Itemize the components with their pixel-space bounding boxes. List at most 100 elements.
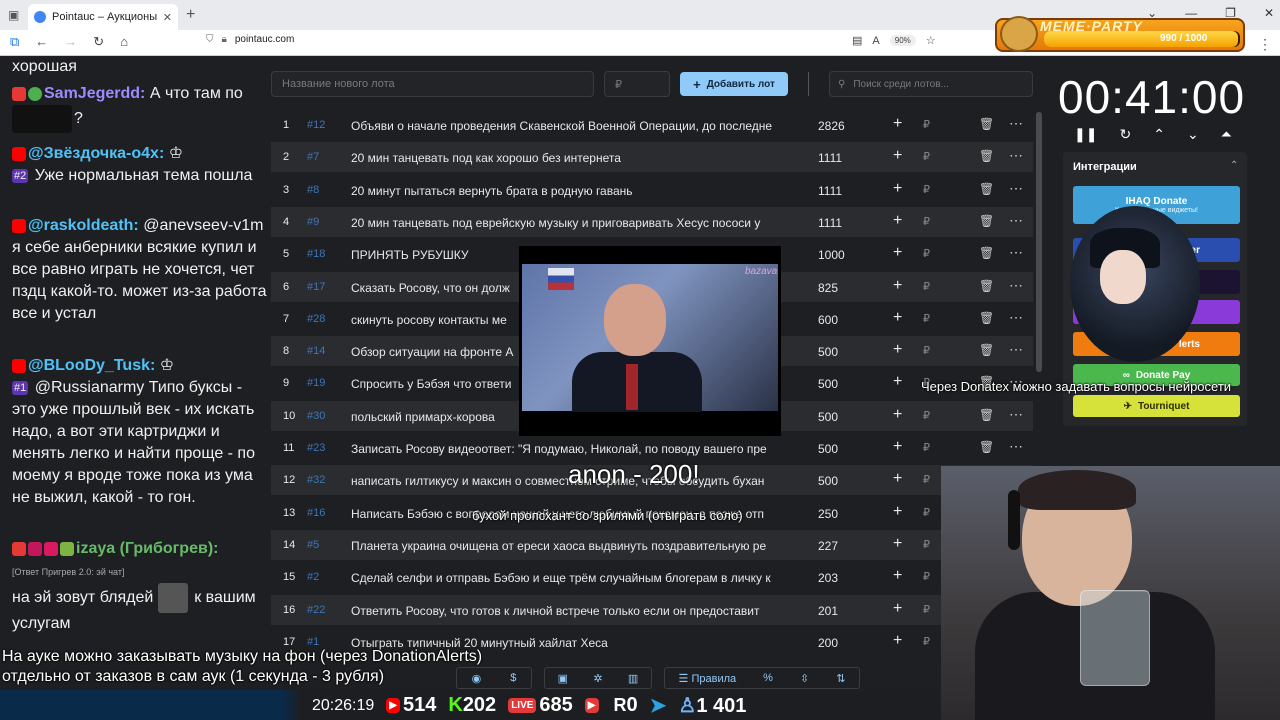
more-icon[interactable]: ⋯	[1009, 406, 1023, 423]
currency-icon[interactable]: ₽	[923, 409, 930, 422]
add-amount-icon[interactable]: +	[893, 470, 902, 488]
more-icon[interactable]: ⋯	[1009, 212, 1023, 229]
add-lot-button[interactable]: + Добавить лот	[680, 72, 788, 96]
add-amount-icon[interactable]: +	[893, 438, 902, 456]
percent-icon[interactable]: %	[763, 672, 773, 684]
lot-row[interactable]: 16 #22 Ответить Росову, что готов к личной…	[271, 594, 1033, 625]
currency-icon[interactable]: ₽	[923, 441, 930, 454]
sort-icon[interactable]: ⇅	[836, 672, 845, 685]
currency-icon[interactable]: ₽	[923, 570, 930, 583]
add-amount-icon[interactable]: +	[893, 600, 902, 618]
browser-menu-icon[interactable]: ⋮	[1258, 36, 1272, 53]
delete-icon[interactable]: 🗑︎	[979, 214, 994, 228]
lot-name[interactable]: 20 мин танцевать под как хорошо без инте…	[351, 151, 789, 165]
lot-name[interactable]: 20 минут пытаться вернуть брата в родную…	[351, 184, 789, 198]
chat-nick[interactable]: @raskoldeath:	[28, 217, 139, 234]
reader-icon[interactable]: ▤	[852, 34, 862, 47]
currency-icon[interactable]: ₽	[923, 280, 930, 293]
more-icon[interactable]: ⋯	[1009, 277, 1023, 294]
lot-amount[interactable]: 500	[818, 377, 838, 391]
add-amount-icon[interactable]: +	[893, 180, 902, 198]
add-amount-icon[interactable]: +	[893, 341, 902, 359]
reload-icon[interactable]: ↻	[93, 34, 104, 50]
lot-amount[interactable]: 250	[818, 507, 838, 521]
github-icon[interactable]: ◉	[472, 672, 482, 685]
delete-icon[interactable]: 🗑︎	[979, 149, 994, 163]
lot-row[interactable]: 14 #5 Планета украина очищена от ереси хао…	[271, 529, 1033, 560]
add-amount-icon[interactable]: +	[893, 115, 902, 133]
chevron-up-icon[interactable]: ⌃	[1153, 126, 1165, 143]
zoom-level[interactable]: 90%	[889, 35, 916, 46]
add-amount-icon[interactable]: +	[893, 277, 902, 295]
lot-amount[interactable]: 500	[818, 345, 838, 359]
lot-amount[interactable]: 1111	[818, 151, 842, 165]
back-icon[interactable]: ←	[35, 34, 48, 50]
lot-id[interactable]: #18	[307, 248, 325, 260]
lot-name[interactable]: Планета украина очищена от ереси хаоса в…	[351, 539, 789, 553]
lot-amount[interactable]: 825	[818, 281, 838, 295]
url-field[interactable]: ⛉ 🔒︎ pointauc.com	[206, 34, 294, 45]
tourniquet-button[interactable]: ✈ Tourniquet	[1073, 395, 1240, 417]
add-amount-icon[interactable]: +	[893, 406, 902, 424]
lot-id[interactable]: #22	[307, 604, 325, 616]
new-tab-icon[interactable]: +	[186, 6, 195, 24]
lot-id[interactable]: #32	[307, 474, 325, 486]
lot-amount[interactable]: 227	[818, 539, 838, 553]
more-icon[interactable]: ⋯	[1009, 438, 1023, 455]
lot-row[interactable]: 15 #2 Сделай селфи и отправь Бэбэю и еще т…	[271, 562, 1033, 592]
delete-icon[interactable]: 🗑︎	[979, 440, 994, 454]
save-icon[interactable]: ▣	[558, 672, 568, 685]
currency-icon[interactable]: ₽	[923, 506, 930, 519]
delete-icon[interactable]: 🗑︎	[979, 343, 994, 357]
trash-icon[interactable]: ▥	[628, 672, 638, 685]
lot-id[interactable]: #16	[307, 507, 325, 519]
currency-icon[interactable]: ₽	[923, 247, 930, 260]
browser-tab[interactable]: Pointauc – Аукционы, лотереи ✕	[28, 4, 178, 30]
more-icon[interactable]: ⋯	[1009, 147, 1023, 164]
lots-scrollbar[interactable]	[1036, 112, 1042, 372]
currency-icon[interactable]: ₽	[923, 118, 930, 131]
more-icon[interactable]: ⋯	[1009, 115, 1023, 132]
lot-row[interactable]: 1 #12 Объяви о начале проведения Скавенско…	[271, 110, 1033, 140]
lot-amount[interactable]: 500	[818, 442, 838, 456]
rules-button[interactable]: ☰ Правила	[679, 672, 737, 685]
add-amount-icon[interactable]: +	[893, 632, 902, 650]
currency-icon[interactable]: ₽	[923, 150, 930, 163]
lot-name[interactable]: Объяви о начале проведения Скавенской Во…	[351, 119, 789, 133]
lot-amount[interactable]: 2826	[818, 119, 845, 133]
add-amount-icon[interactable]: +	[893, 567, 902, 585]
lot-id[interactable]: #30	[307, 410, 325, 422]
lot-amount[interactable]: 1111	[818, 184, 842, 198]
more-icon[interactable]: ⋯	[1009, 309, 1023, 326]
lot-amount[interactable]: 201	[818, 604, 838, 618]
forward-icon[interactable]: →	[64, 34, 77, 50]
add-amount-icon[interactable]: +	[893, 147, 902, 165]
delete-icon[interactable]: 🗑︎	[979, 182, 994, 196]
bug-icon[interactable]: ✲	[593, 672, 602, 685]
chat-nick[interactable]: izaya (Грибогрев):	[76, 540, 218, 557]
currency-icon[interactable]: ₽	[923, 538, 930, 551]
chevron-down-icon[interactable]: ⌄	[1187, 126, 1199, 143]
lot-id[interactable]: #28	[307, 313, 325, 325]
currency-icon[interactable]: ₽	[923, 344, 930, 357]
sidebar-icon[interactable]: ⧉	[10, 34, 19, 50]
star-icon[interactable]: ☆	[926, 34, 936, 47]
add-amount-icon[interactable]: +	[893, 535, 902, 553]
delete-icon[interactable]: 🗑︎	[979, 279, 994, 293]
lot-id[interactable]: #5	[307, 539, 319, 551]
lot-price-input[interactable]: ₽	[604, 71, 670, 97]
lot-amount[interactable]: 500	[818, 474, 838, 488]
lot-id[interactable]: #9	[307, 216, 319, 228]
add-amount-icon[interactable]: +	[893, 373, 902, 391]
close-window-icon[interactable]: ✕	[1264, 6, 1274, 20]
lot-id[interactable]: #2	[307, 571, 319, 583]
currency-icon[interactable]: ₽	[923, 603, 930, 616]
currency-icon[interactable]: ₽	[923, 183, 930, 196]
chat-nick[interactable]: @BLooDy_Tusk:	[28, 357, 155, 374]
chat-nick[interactable]: @Звёздочка-о4х:	[28, 145, 164, 162]
add-amount-icon[interactable]: +	[893, 212, 902, 230]
lot-amount[interactable]: 600	[818, 313, 838, 327]
lot-id[interactable]: #1	[307, 636, 319, 648]
home-icon[interactable]: ⌂	[120, 34, 128, 50]
more-icon[interactable]: ⋯	[1009, 244, 1023, 261]
